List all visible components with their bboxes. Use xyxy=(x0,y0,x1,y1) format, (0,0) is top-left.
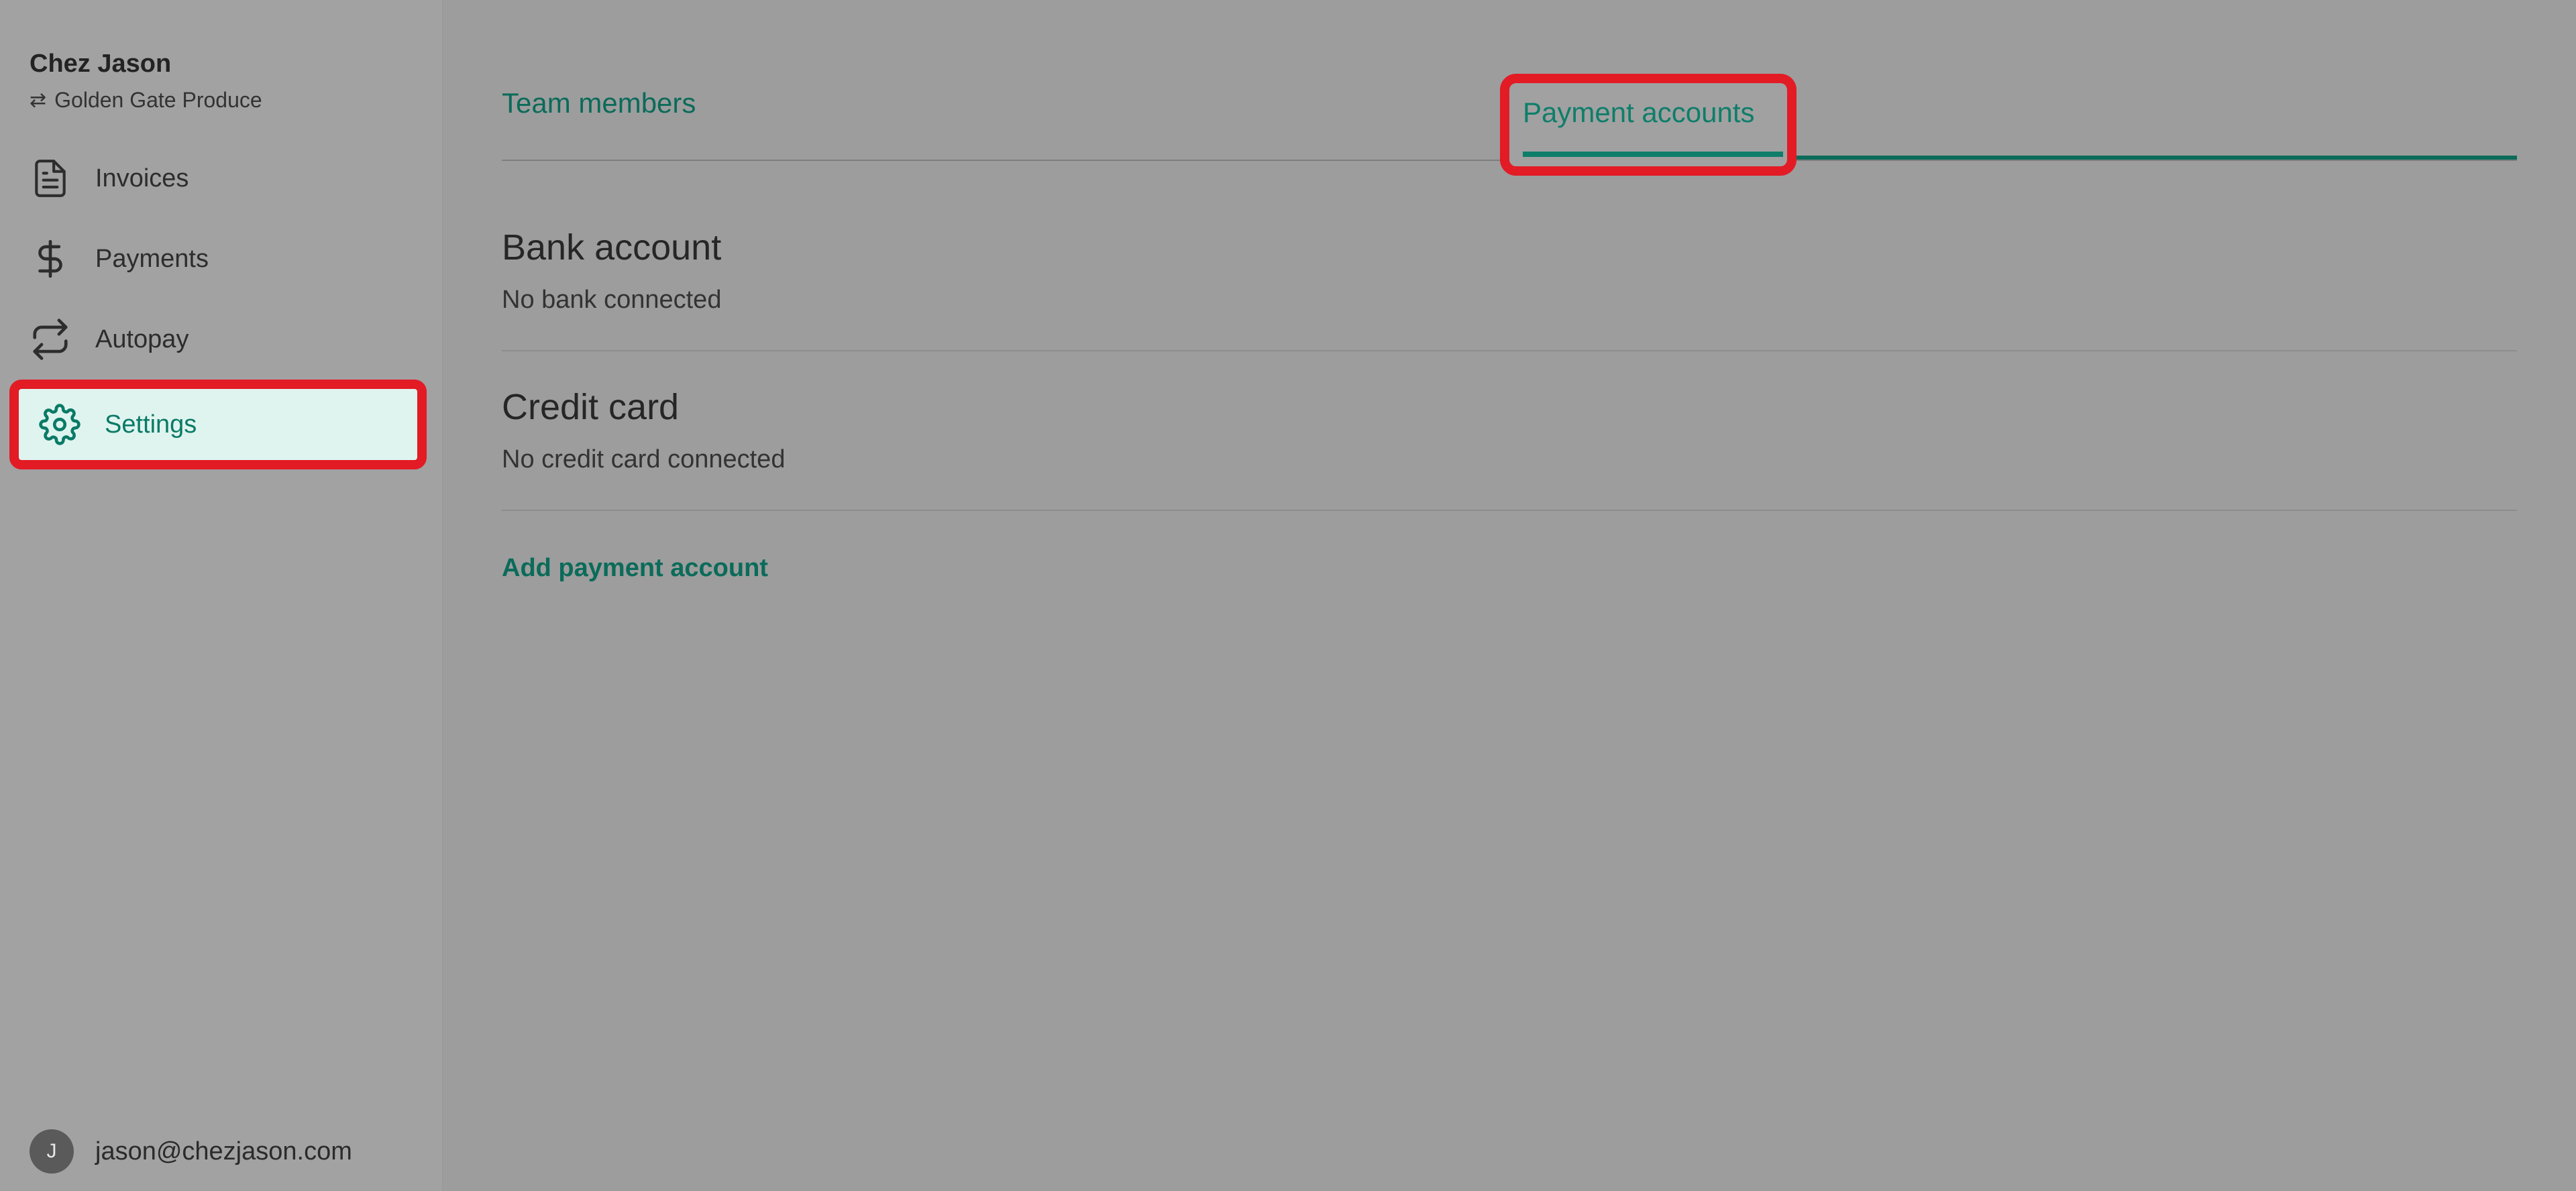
sidebar-item-label: Payments xyxy=(95,244,209,273)
sidebar-item-invoices[interactable]: Invoices xyxy=(0,138,443,219)
user-email: jason@chezjason.com xyxy=(95,1137,352,1166)
section-status: No credit card connected xyxy=(502,445,786,473)
tab-label: Payment accounts xyxy=(1523,97,1755,128)
vendor-selector[interactable]: ⇄ Golden Gate Produce xyxy=(30,88,262,113)
org-name: Chez Jason xyxy=(30,50,172,78)
sidebar-item-label: Invoices xyxy=(95,164,189,192)
sidebar: Chez Jason ⇄ Golden Gate Produce Invoice… xyxy=(0,0,443,1191)
tab-underline xyxy=(1523,152,1783,157)
sidebar-item-settings[interactable]: Settings xyxy=(9,380,427,469)
swap-icon: ⇄ xyxy=(30,89,47,111)
tab-payment-accounts[interactable]: Payment accounts xyxy=(1500,74,1796,176)
repeat-icon xyxy=(30,319,71,360)
org-switcher[interactable]: Chez Jason ⇄ Golden Gate Produce xyxy=(30,50,262,113)
gear-icon xyxy=(39,404,80,445)
sidebar-nav: Invoices Payments Autopay Settings xyxy=(0,138,443,469)
user-account[interactable]: J jason@chezjason.com xyxy=(30,1129,352,1174)
sidebar-item-autopay[interactable]: Autopay xyxy=(0,299,443,380)
credit-card-section: Credit card No credit card connected xyxy=(502,386,785,474)
settings-main: Team members Payment accounts Bank accou… xyxy=(502,0,2517,582)
avatar: J xyxy=(30,1129,74,1174)
sidebar-item-payments[interactable]: Payments xyxy=(0,219,443,299)
divider xyxy=(502,510,2517,511)
settings-tabs: Team members Payment accounts xyxy=(502,0,2517,176)
divider xyxy=(502,350,2517,351)
sidebar-item-label: Autopay xyxy=(95,325,189,353)
section-status: No bank connected xyxy=(502,286,722,314)
sidebar-item-label: Settings xyxy=(105,410,197,439)
bank-account-section: Bank account No bank connected xyxy=(502,227,721,315)
vendor-name: Golden Gate Produce xyxy=(54,88,262,112)
document-icon xyxy=(30,158,71,199)
dollar-icon xyxy=(30,238,71,280)
add-payment-account-link[interactable]: Add payment account xyxy=(502,554,768,583)
tab-team-members[interactable]: Team members xyxy=(502,87,696,119)
section-title: Credit card xyxy=(502,387,680,427)
section-title: Bank account xyxy=(502,227,722,268)
